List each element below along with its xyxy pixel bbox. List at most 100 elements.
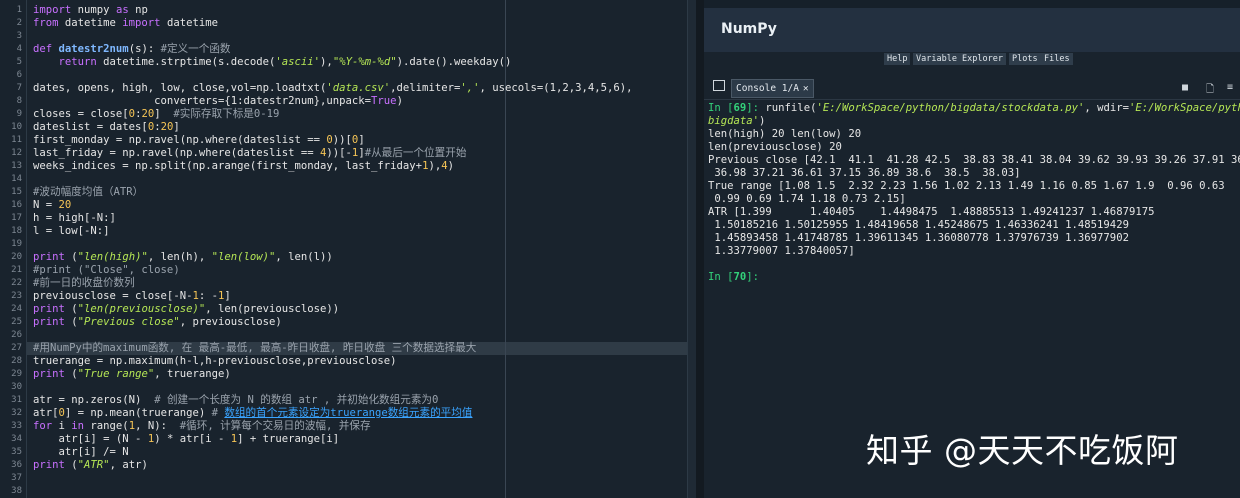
code-token: "Previous close" bbox=[77, 316, 180, 328]
code-token: 1.50185216 1.50125955 1.48419658 1.45248… bbox=[708, 219, 1129, 231]
code-line: print ("True range", truerange) bbox=[33, 368, 231, 381]
line-number: 37 bbox=[11, 473, 22, 483]
console-window-icon bbox=[713, 80, 725, 91]
code-line: converters={1:datestr2num},unpack=True) bbox=[33, 95, 403, 108]
code-token: "ATR" bbox=[77, 459, 110, 471]
console-line: len(previousclose) 20 bbox=[708, 141, 842, 154]
line-number: 15 bbox=[11, 187, 22, 197]
code-token: #实际存取下标是0-19 bbox=[173, 108, 280, 120]
line-number: 34 bbox=[11, 434, 22, 444]
code-token: as bbox=[115, 4, 136, 16]
code-token: truerange = np.maximum(h-l,h-previousclo… bbox=[33, 355, 397, 367]
line-number: 12 bbox=[11, 148, 22, 158]
line-number: 8 bbox=[16, 96, 22, 106]
stop-icon[interactable]: ■ bbox=[1182, 82, 1188, 93]
editor-vertical-scrollbar[interactable] bbox=[687, 0, 696, 498]
code-token: len(previousclose) 20 bbox=[708, 141, 842, 153]
code-token: ATR [1.399 1.40405 1.4498475 1.48885513 … bbox=[708, 206, 1155, 218]
code-token: import bbox=[33, 4, 78, 16]
line-number: 13 bbox=[11, 161, 22, 171]
code-token: closes = close[ bbox=[33, 108, 129, 120]
code-token: # 创建一个长度为 N 的数组 atr , 并初始化数组元素为0 bbox=[154, 394, 439, 406]
code-line: atr = np.zeros(N) # 创建一个长度为 N 的数组 atr , … bbox=[33, 394, 438, 407]
code-token: , usecols=(1,2,3,4,5,6), bbox=[479, 82, 633, 94]
code-token: True bbox=[371, 95, 397, 107]
console-line: 0.99 0.69 1.74 1.18 0.73 2.15] bbox=[708, 193, 905, 206]
right-pane: NumPy Help Variable Explorer Plots Files… bbox=[704, 0, 1240, 498]
code-token: 20 bbox=[141, 108, 155, 120]
code-token: ]: bbox=[746, 102, 766, 114]
console-tab[interactable]: Console 1/A ✕ bbox=[731, 79, 814, 98]
code-token: np bbox=[135, 4, 148, 16]
console-tab-label: Console 1/A bbox=[736, 83, 799, 94]
code-line: previousclose = close[-N-1: -1] bbox=[33, 290, 231, 303]
code-line: weeks_indices = np.split(np.arange(first… bbox=[33, 160, 454, 173]
code-token: 69 bbox=[733, 102, 747, 114]
close-icon[interactable]: ✕ bbox=[803, 83, 809, 94]
line-number: 16 bbox=[11, 200, 22, 210]
help-toolbar-strip bbox=[704, 0, 1240, 8]
tab-files[interactable]: Files bbox=[1041, 53, 1073, 65]
code-token: , len(previousclose)) bbox=[205, 303, 340, 315]
line-number: 9 bbox=[16, 109, 22, 119]
console-line: In [69]: runfile('E:/WorkSpace/python/bi… bbox=[708, 102, 1240, 115]
code-line: last_friday = np.ravel(np.where(dateslis… bbox=[33, 147, 466, 160]
console-line: Previous close [42.1 41.1 41.28 42.5 38.… bbox=[708, 154, 1240, 167]
code-token: 'E:/WorkSpace/python/ bbox=[1128, 102, 1240, 114]
tab-help[interactable]: Help bbox=[884, 53, 911, 65]
code-token: #print ("Close", close) bbox=[33, 264, 180, 276]
console-line: 1.33779007 1.37840057] bbox=[708, 245, 854, 258]
line-number: 26 bbox=[11, 330, 22, 340]
line-number: 21 bbox=[11, 265, 22, 275]
code-line: atr[0] = np.mean(truerange) # 数组的首个元素设定为… bbox=[33, 407, 472, 420]
line-number: 11 bbox=[11, 135, 22, 145]
code-token: dateslist = dates[ bbox=[33, 121, 148, 133]
code-token: ) bbox=[447, 160, 454, 172]
code-token: #循环, 计算每个交易日的波幅, 并保存 bbox=[179, 420, 371, 432]
code-token: return bbox=[58, 56, 104, 68]
code-line: from datetime import datetime bbox=[33, 17, 218, 30]
code-token: "%Y-%m-%d" bbox=[332, 56, 397, 68]
code-token: atr[i] = (N - bbox=[33, 433, 148, 445]
line-number: 36 bbox=[11, 460, 22, 470]
console-separator bbox=[704, 99, 1240, 100]
code-line: h = high[-N:] bbox=[33, 212, 116, 225]
code-token: h = high[-N:] bbox=[33, 212, 116, 224]
code-token: converters={1:datestr2num},unpack= bbox=[33, 95, 372, 107]
code-token: last_friday = np.ravel(np.where(dateslis… bbox=[33, 147, 321, 159]
code-line: truerange = np.maximum(h-l,h-previousclo… bbox=[33, 355, 397, 368]
code-token: , len(h), bbox=[147, 251, 212, 263]
code-token: l = low[-N:] bbox=[33, 225, 110, 237]
code-editor[interactable]: 1 2 3 4 5 6 7 8 9 10 11 12 13 14 15 16 17 18 19 20 21 22 23 24 2… bbox=[0, 0, 696, 498]
code-token: datetime.strptime(s.decode( bbox=[103, 56, 276, 68]
line-number: 33 bbox=[11, 421, 22, 431]
line-number: 14 bbox=[11, 174, 22, 184]
code-token: 'data.csv' bbox=[326, 82, 391, 94]
code-token: In [ bbox=[708, 102, 734, 114]
line-number: 7 bbox=[16, 83, 22, 93]
code-token: ), bbox=[428, 160, 442, 172]
menu-icon[interactable]: ≡ bbox=[1227, 82, 1233, 93]
code-token: print bbox=[33, 459, 72, 471]
code-token: ] = np.mean(truerange) bbox=[64, 407, 212, 419]
console-tab-bar: Console 1/A ✕ ■ 🗋 ≡ bbox=[704, 78, 1240, 98]
copy-icon[interactable]: 🗋 bbox=[1206, 82, 1214, 99]
code-token: 1.45893458 1.41748785 1.39611345 1.36080… bbox=[708, 232, 1129, 244]
code-token: for bbox=[33, 420, 59, 432]
tab-variable-explorer[interactable]: Variable Explorer bbox=[913, 53, 1006, 65]
console-line: True range [1.08 1.5 2.32 2.23 1.56 1.02… bbox=[708, 180, 1225, 193]
line-number: 31 bbox=[11, 395, 22, 405]
code-token: runfile( bbox=[765, 102, 817, 114]
code-token: print bbox=[33, 251, 72, 263]
code-token: N = bbox=[33, 199, 59, 211]
code-line: print ("ATR", atr) bbox=[33, 459, 148, 472]
tab-plots[interactable]: Plots bbox=[1009, 53, 1041, 65]
code-token: 数组的首个元素设定为truerange数组元素的平均值 bbox=[224, 407, 473, 419]
code-token: ))[ bbox=[332, 134, 352, 146]
code-token: True range [1.08 1.5 2.32 2.23 1.56 1.02… bbox=[708, 180, 1225, 192]
code-token: ) * atr[i - bbox=[154, 433, 231, 445]
pane-splitter[interactable] bbox=[696, 0, 704, 498]
code-token: ',' bbox=[460, 82, 480, 94]
code-token: "True range" bbox=[77, 368, 155, 380]
code-token: "len(low)" bbox=[211, 251, 276, 263]
